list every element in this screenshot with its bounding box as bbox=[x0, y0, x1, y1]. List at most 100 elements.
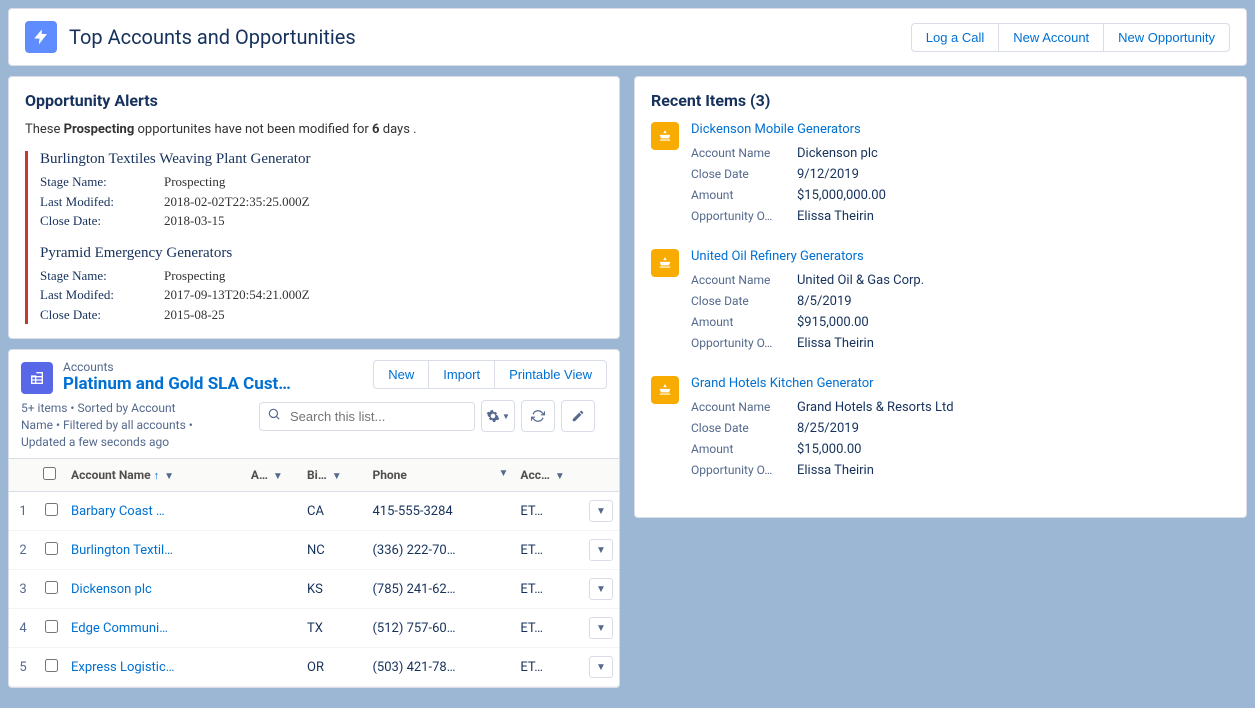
list-meta-line: Name • Filtered by all accounts • bbox=[21, 417, 239, 434]
col-billing[interactable]: Bi… ▼ bbox=[301, 459, 366, 492]
row-checkbox-cell bbox=[37, 492, 65, 531]
new-opportunity-button[interactable]: New Opportunity bbox=[1103, 23, 1230, 52]
recent-value: Elissa Theirin bbox=[797, 209, 874, 224]
col-label: Bi… bbox=[307, 468, 327, 482]
col-a-cell bbox=[245, 570, 301, 609]
recent-item-link[interactable]: Grand Hotels Kitchen Generator bbox=[691, 376, 1230, 391]
recent-body: United Oil Refinery Generators Account N… bbox=[691, 249, 1230, 354]
table-row: 5 Express Logistic… OR (503) 421-78… ET…… bbox=[9, 648, 619, 687]
main-columns: Opportunity Alerts These Prospecting opp… bbox=[8, 76, 1247, 688]
col-account-name[interactable]: Account Name ↑ ▼ bbox=[65, 459, 245, 492]
account-link[interactable]: Barbary Coast … bbox=[71, 504, 165, 519]
recent-item: Dickenson Mobile Generators Account Name… bbox=[651, 122, 1230, 227]
col-label: Phone bbox=[372, 468, 406, 482]
edit-button[interactable] bbox=[561, 400, 595, 432]
import-button[interactable]: Import bbox=[428, 360, 494, 389]
account-link[interactable]: Edge Communi… bbox=[71, 621, 168, 636]
alert-label: Close Date: bbox=[40, 211, 164, 231]
recent-value: 8/25/2019 bbox=[797, 421, 859, 436]
table-row: 2 Burlington Textil… NC (336) 222-70… ET… bbox=[9, 531, 619, 570]
account-name-cell: Edge Communi… bbox=[65, 609, 245, 648]
alert-item: Burlington Textiles Weaving Plant Genera… bbox=[40, 151, 603, 231]
account-link[interactable]: Dickenson plc bbox=[71, 582, 152, 597]
owner-cell: ET… bbox=[514, 570, 583, 609]
row-menu-button[interactable]: ▼ bbox=[589, 578, 613, 600]
col-owner[interactable]: Acc… ▼ bbox=[514, 459, 583, 492]
intro-stage: Prospecting bbox=[64, 122, 135, 137]
row-checkbox[interactable] bbox=[45, 659, 58, 672]
col-num bbox=[9, 459, 37, 492]
recent-amount-row: Amount$915,000.00 bbox=[691, 312, 1230, 333]
account-link[interactable]: Express Logistic… bbox=[71, 660, 174, 675]
list-name[interactable]: Platinum and Gold SLA Cust… bbox=[63, 374, 363, 394]
sort-up-icon: ↑ bbox=[154, 469, 160, 482]
row-checkbox[interactable] bbox=[45, 542, 58, 555]
table-head: Account Name ↑ ▼ A… ▼ Bi… ▼ Phone ▼ Acc…… bbox=[9, 459, 619, 492]
alert-item: Pyramid Emergency Generators Stage Name:… bbox=[40, 245, 603, 325]
recent-label: Account Name bbox=[691, 273, 797, 288]
intro-days: 6 bbox=[372, 122, 379, 137]
recent-value: 9/12/2019 bbox=[797, 167, 859, 182]
lightning-icon bbox=[25, 21, 57, 53]
recent-label: Close Date bbox=[691, 167, 797, 182]
recent-item-link[interactable]: United Oil Refinery Generators bbox=[691, 249, 1230, 264]
alert-close-row: Close Date:2018-03-15 bbox=[40, 211, 603, 231]
table-row: 3 Dickenson plc KS (785) 241-62… ET… ▼ bbox=[9, 570, 619, 609]
row-menu-button[interactable]: ▼ bbox=[589, 656, 613, 678]
recent-close-row: Close Date8/5/2019 bbox=[691, 291, 1230, 312]
col-label: A… bbox=[251, 468, 268, 482]
table-body: 1 Barbary Coast … CA 415-555-3284 ET… ▼ … bbox=[9, 492, 619, 687]
alert-label: Last Modifed: bbox=[40, 285, 164, 305]
new-button[interactable]: New bbox=[373, 360, 428, 389]
opportunity-icon bbox=[651, 122, 679, 150]
row-checkbox-cell bbox=[37, 531, 65, 570]
account-name-cell: Express Logistic… bbox=[65, 648, 245, 687]
col-label: Account Name bbox=[71, 468, 151, 482]
col-a-cell bbox=[245, 648, 301, 687]
col-a-cell bbox=[245, 609, 301, 648]
intro-mid: opportunites have not been modified for bbox=[134, 122, 372, 137]
refresh-button[interactable] bbox=[521, 400, 555, 432]
row-checkbox[interactable] bbox=[45, 581, 58, 594]
billing-state-cell: CA bbox=[301, 492, 366, 531]
opportunity-alerts-card: Opportunity Alerts These Prospecting opp… bbox=[8, 76, 620, 339]
row-actions-cell: ▼ bbox=[583, 531, 619, 570]
col-phone[interactable]: Phone ▼ bbox=[366, 459, 514, 492]
intro-post: days . bbox=[380, 122, 417, 137]
alert-label: Stage Name: bbox=[40, 172, 164, 192]
alert-modified-row: Last Modifed:2018-02-02T22:35:25.000Z bbox=[40, 192, 603, 212]
printable-view-button[interactable]: Printable View bbox=[494, 360, 607, 389]
alert-value: Prospecting bbox=[164, 172, 225, 192]
row-number: 5 bbox=[9, 648, 37, 687]
alert-value: 2017-09-13T20:54:21.000Z bbox=[164, 285, 310, 305]
phone-cell: 415-555-3284 bbox=[366, 492, 514, 531]
recent-label: Account Name bbox=[691, 146, 797, 161]
recent-label: Opportunity O… bbox=[691, 209, 797, 224]
log-call-button[interactable]: Log a Call bbox=[911, 23, 999, 52]
recent-label: Close Date bbox=[691, 294, 797, 309]
row-menu-button[interactable]: ▼ bbox=[589, 500, 613, 522]
row-checkbox[interactable] bbox=[45, 620, 58, 633]
row-checkbox-cell bbox=[37, 609, 65, 648]
page-header-left: Top Accounts and Opportunities bbox=[25, 21, 356, 53]
recent-label: Amount bbox=[691, 188, 797, 203]
recent-value: Dickenson plc bbox=[797, 146, 878, 161]
recent-item-link[interactable]: Dickenson Mobile Generators bbox=[691, 122, 1230, 137]
row-checkbox[interactable] bbox=[45, 503, 58, 516]
col-label: Acc… bbox=[520, 468, 549, 482]
select-all-checkbox[interactable] bbox=[43, 467, 56, 480]
alert-label: Last Modifed: bbox=[40, 192, 164, 212]
owner-cell: ET… bbox=[514, 492, 583, 531]
recent-account-row: Account NameDickenson plc bbox=[691, 143, 1230, 164]
alerts-intro: These Prospecting opportunites have not … bbox=[25, 122, 603, 137]
new-account-button[interactable]: New Account bbox=[998, 23, 1103, 52]
settings-button[interactable]: ▼ bbox=[481, 400, 515, 432]
row-menu-button[interactable]: ▼ bbox=[589, 539, 613, 561]
recent-amount-row: Amount$15,000,000.00 bbox=[691, 185, 1230, 206]
table-row: 1 Barbary Coast … CA 415-555-3284 ET… ▼ bbox=[9, 492, 619, 531]
row-menu-button[interactable]: ▼ bbox=[589, 617, 613, 639]
list-object: Accounts bbox=[63, 360, 363, 374]
search-input[interactable] bbox=[259, 402, 475, 431]
col-a[interactable]: A… ▼ bbox=[245, 459, 301, 492]
account-link[interactable]: Burlington Textil… bbox=[71, 543, 173, 558]
